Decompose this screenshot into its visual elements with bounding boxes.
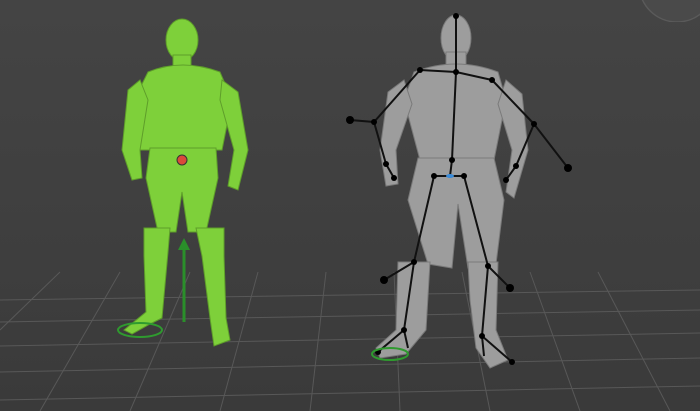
view-cube-icon[interactable]: [632, 0, 700, 22]
3d-viewport[interactable]: [0, 0, 700, 411]
ground-grid: [0, 271, 700, 411]
rigged-character[interactable]: [375, 14, 529, 369]
scene-canvas[interactable]: [0, 0, 700, 411]
